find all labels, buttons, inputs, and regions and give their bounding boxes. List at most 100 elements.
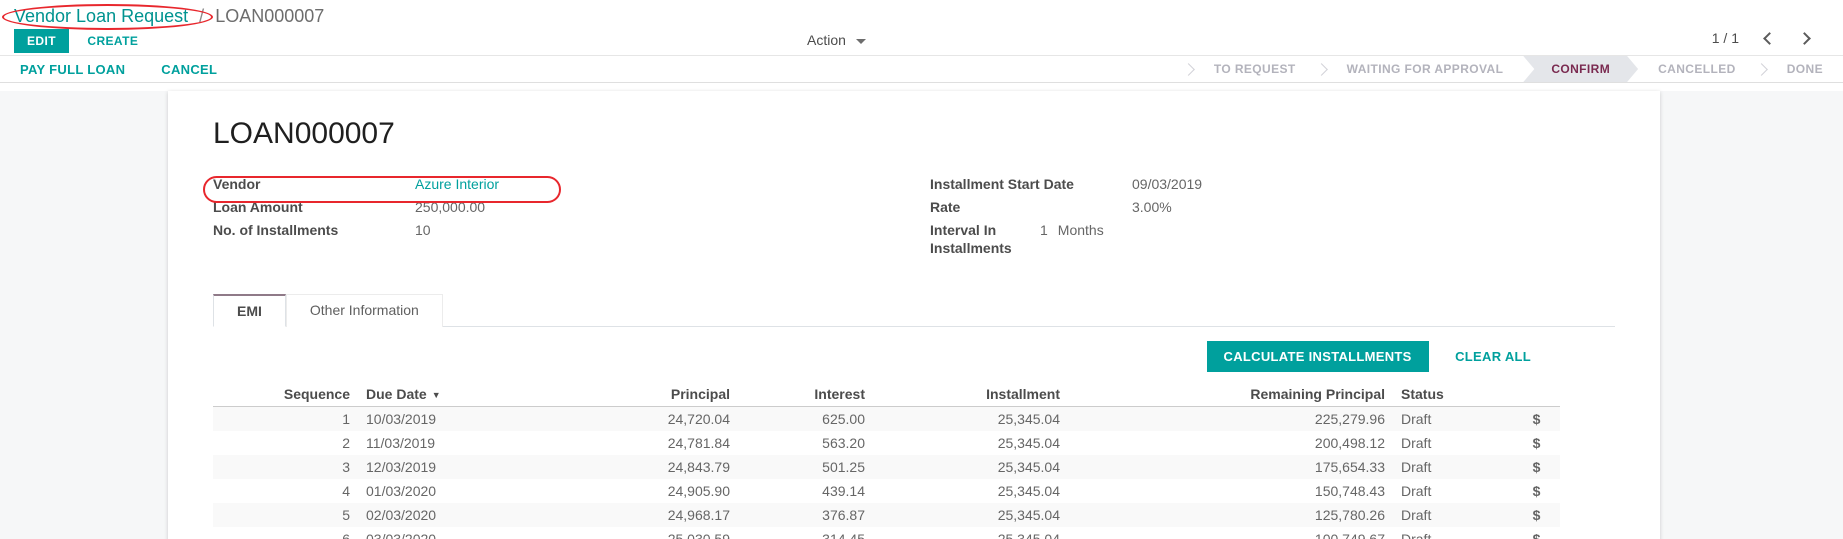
cell-installment[interactable]: 25,345.04 [873,503,1068,527]
tab-other-information[interactable]: Other Information [286,294,443,327]
status-step-to-request[interactable]: TO REQUEST [1194,56,1316,82]
field-interval-in-installments: Interval In Installments 1 Months [930,221,1615,257]
cell-sequence[interactable]: 1 [213,407,358,432]
top-header: Vendor Loan Request / LOAN000007 EDIT CR… [0,0,1843,55]
tab-emi[interactable]: EMI [213,294,286,327]
cell-principal[interactable]: 25,030.59 [493,527,738,539]
table-row[interactable]: 5 02/03/2020 24,968.17 376.87 25,345.04 … [213,503,1560,527]
cell-installment[interactable]: 25,345.04 [873,455,1068,479]
field-column-left: Vendor Azure Interior Loan Amount 250,00… [213,175,930,262]
cell-interest[interactable]: 376.87 [738,503,873,527]
edit-button[interactable]: EDIT [14,29,69,53]
notebook-tabs: EMI Other Information [213,294,1615,327]
cell-remaining-principal[interactable]: 225,279.96 [1068,407,1393,432]
field-label: Rate [930,198,1132,216]
breadcrumb: Vendor Loan Request / LOAN000007 [14,6,324,27]
cell-principal[interactable]: 24,968.17 [493,503,738,527]
cell-sequence[interactable]: 5 [213,503,358,527]
field-unit: Months [1058,221,1104,257]
table-row[interactable]: 1 10/03/2019 24,720.04 625.00 25,345.04 … [213,407,1560,432]
status-step-confirm[interactable]: CONFIRM [1523,56,1638,82]
cell-remaining-principal[interactable]: 150,748.43 [1068,479,1393,503]
field-no-of-installments: No. of Installments 10 [213,221,930,239]
table-header-row: Sequence Due Date ▼ Principal Interest In… [213,382,1560,407]
cell-remaining-principal[interactable]: 200,498.12 [1068,431,1393,455]
cell-installment[interactable]: 25,345.04 [873,527,1068,539]
status-arrow-icon [1182,63,1195,76]
cell-due-date[interactable]: 02/03/2020 [358,503,493,527]
cell-status[interactable]: Draft [1393,503,1513,527]
column-header-due-date[interactable]: Due Date ▼ [358,382,493,407]
status-step-waiting-for-approval[interactable]: WAITING FOR APPROVAL [1327,56,1524,82]
cell-status[interactable]: Draft [1393,431,1513,455]
cell-remaining-principal[interactable]: 100,749.67 [1068,527,1393,539]
cell-sequence[interactable]: 6 [213,527,358,539]
pay-installment-icon[interactable]: $ [1513,527,1560,539]
pay-installment-icon[interactable]: $ [1513,455,1560,479]
cell-remaining-principal[interactable]: 125,780.26 [1068,503,1393,527]
cell-due-date[interactable]: 01/03/2020 [358,479,493,503]
cell-installment[interactable]: 25,345.04 [873,431,1068,455]
column-header-installment[interactable]: Installment [873,382,1068,407]
action-dropdown[interactable]: Action [807,32,866,48]
pager-next-icon[interactable] [1798,32,1811,45]
cell-status[interactable]: Draft [1393,479,1513,503]
column-header-principal[interactable]: Principal [493,382,738,407]
cell-due-date[interactable]: 12/03/2019 [358,455,493,479]
cell-sequence[interactable]: 3 [213,455,358,479]
table-row[interactable]: 4 01/03/2020 24,905.90 439.14 25,345.04 … [213,479,1560,503]
cancel-button[interactable]: CANCEL [161,62,217,77]
cell-sequence[interactable]: 4 [213,479,358,503]
field-loan-amount: Loan Amount 250,000.00 [213,198,930,216]
column-header-interest[interactable]: Interest [738,382,873,407]
cell-interest[interactable]: 563.20 [738,431,873,455]
cell-due-date[interactable]: 11/03/2019 [358,431,493,455]
cell-interest[interactable]: 314.45 [738,527,873,539]
pay-installment-icon[interactable]: $ [1513,431,1560,455]
cell-due-date[interactable]: 10/03/2019 [358,407,493,432]
calculate-installments-button[interactable]: CALCULATE INSTALLMENTS [1207,341,1429,372]
create-button[interactable]: CREATE [83,29,142,53]
pay-installment-icon[interactable]: $ [1513,503,1560,527]
status-arrow-icon [1315,63,1328,76]
cell-principal[interactable]: 24,781.84 [493,431,738,455]
form-sheet: LOAN000007 Vendor Azure Interior Loan Am… [168,91,1660,539]
sort-descending-icon: ▼ [432,390,441,400]
cell-installment[interactable]: 25,345.04 [873,407,1068,432]
pager-previous-icon[interactable] [1763,32,1776,45]
field-value: 10 [415,221,431,239]
table-row[interactable]: 3 12/03/2019 24,843.79 501.25 25,345.04 … [213,455,1560,479]
status-step-done[interactable]: DONE [1767,56,1843,82]
status-step-cancelled[interactable]: CANCELLED [1638,56,1756,82]
column-header-status[interactable]: Status [1393,382,1513,407]
control-bar: PAY FULL LOAN CANCEL TO REQUEST WAITING … [0,55,1843,83]
vendor-link[interactable]: Azure Interior [415,175,499,193]
clear-all-button[interactable]: CLEAR ALL [1455,349,1531,364]
cell-due-date[interactable]: 03/03/2020 [358,527,493,539]
cell-interest[interactable]: 625.00 [738,407,873,432]
pay-installment-icon[interactable]: $ [1513,407,1560,432]
table-row[interactable]: 6 03/03/2020 25,030.59 314.45 25,345.04 … [213,527,1560,539]
cell-sequence[interactable]: 2 [213,431,358,455]
cell-interest[interactable]: 439.14 [738,479,873,503]
cell-status[interactable]: Draft [1393,527,1513,539]
field-installment-start-date: Installment Start Date 09/03/2019 [930,175,1615,193]
column-header-remaining-principal[interactable]: Remaining Principal [1068,382,1393,407]
cell-status[interactable]: Draft [1393,407,1513,432]
cell-principal[interactable]: 24,843.79 [493,455,738,479]
breadcrumb-separator: / [199,6,204,26]
column-header-sequence[interactable]: Sequence [213,382,358,407]
column-header-label: Due Date [366,386,427,402]
cell-remaining-principal[interactable]: 175,654.33 [1068,455,1393,479]
breadcrumb-parent-link[interactable]: Vendor Loan Request [14,6,188,26]
field-label: Installment Start Date [930,175,1132,193]
cell-status[interactable]: Draft [1393,455,1513,479]
cell-interest[interactable]: 501.25 [738,455,873,479]
cell-principal[interactable]: 24,720.04 [493,407,738,432]
table-row[interactable]: 2 11/03/2019 24,781.84 563.20 25,345.04 … [213,431,1560,455]
cell-principal[interactable]: 24,905.90 [493,479,738,503]
pay-full-loan-button[interactable]: PAY FULL LOAN [20,62,125,77]
pay-installment-icon[interactable]: $ [1513,479,1560,503]
content-background: LOAN000007 Vendor Azure Interior Loan Am… [0,91,1843,539]
cell-installment[interactable]: 25,345.04 [873,479,1068,503]
